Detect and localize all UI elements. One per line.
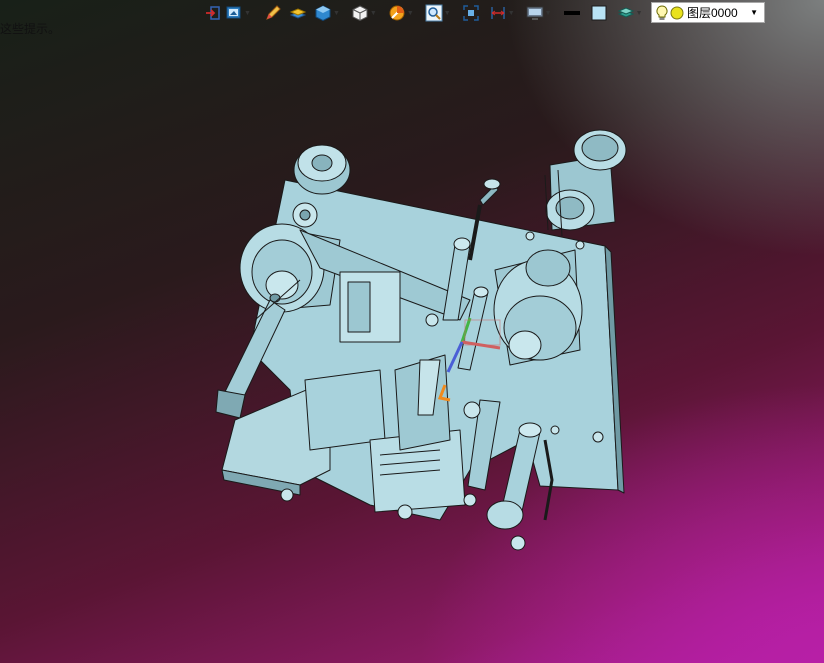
motor-top-right	[544, 129, 627, 237]
roller-top-left	[293, 144, 351, 195]
pulley-right	[493, 249, 583, 366]
cad-viewport[interactable]	[0, 0, 824, 663]
